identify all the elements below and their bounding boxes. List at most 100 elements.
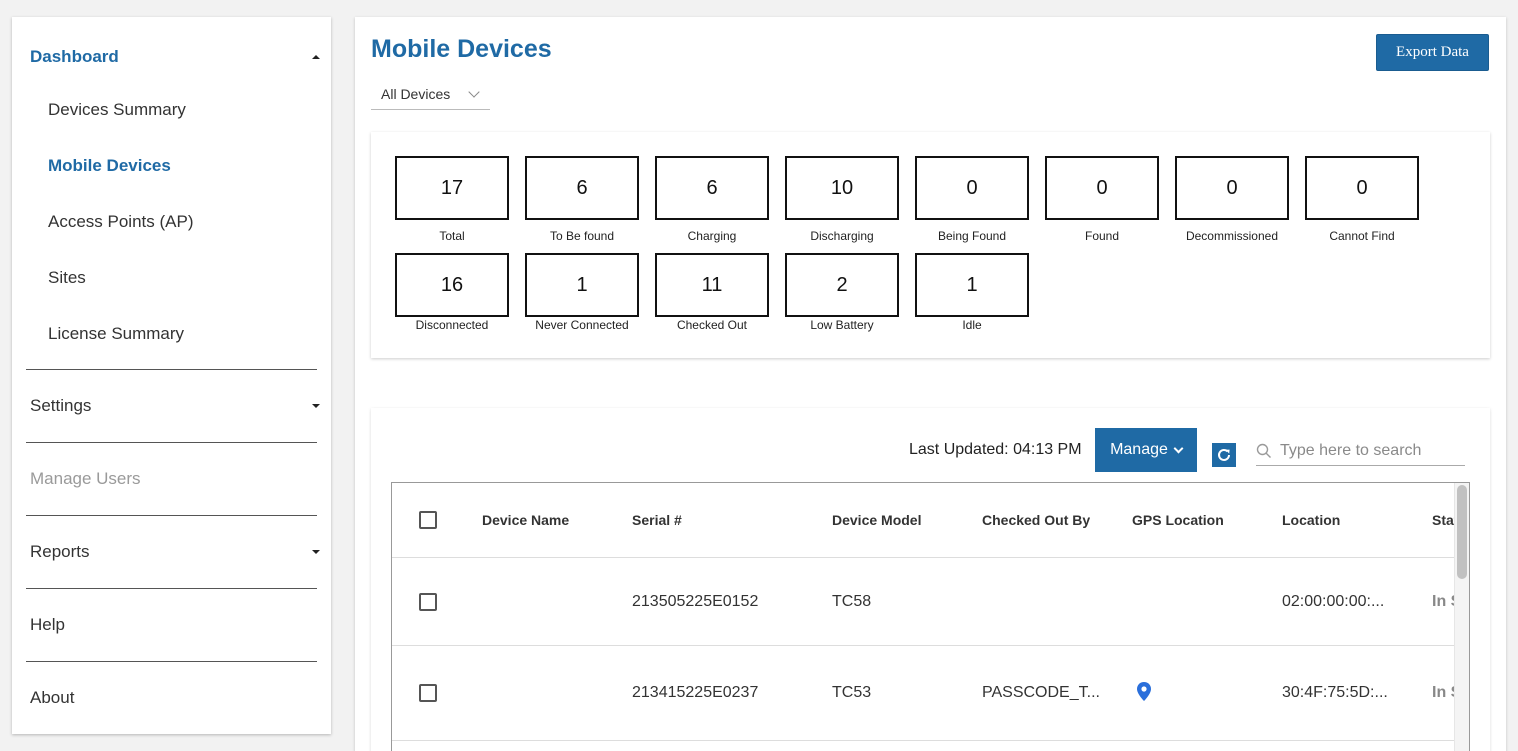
manage-label: Manage — [1110, 441, 1168, 458]
status-cell: In S — [1432, 684, 1454, 701]
select-all-cell — [419, 483, 437, 557]
stat-value[interactable]: 1 — [915, 253, 1029, 317]
stat-value[interactable]: 0 — [1045, 156, 1159, 220]
stat-low-battery: 2 Low Battery — [785, 253, 899, 332]
sidebar-item-dashboard[interactable]: Dashboard — [30, 45, 320, 69]
stat-idle: 1 Idle — [915, 253, 1029, 332]
gps-pin-icon[interactable] — [1135, 681, 1153, 703]
sidebar-item-label: Manage Users — [30, 469, 141, 488]
divider — [26, 661, 317, 662]
export-data-button[interactable]: Export Data — [1376, 34, 1489, 71]
row-select-cell — [419, 558, 437, 645]
sidebar-item-mobile-devices[interactable]: Mobile Devices — [48, 156, 171, 176]
manage-dropdown-button[interactable]: Manage — [1095, 428, 1197, 472]
main-panel: Mobile Devices Export Data All Devices 1… — [355, 17, 1506, 751]
location-cell: 02:00:00:00:... — [1282, 592, 1385, 610]
stat-found: 0 Found — [1045, 156, 1159, 243]
devices-table: Device Name Serial # Device Model Checke… — [391, 482, 1470, 751]
table-row[interactable]: 213505225E0152 TC58 02:00:00:00:... In S — [392, 558, 1454, 646]
table-scrollbar-track[interactable] — [1454, 483, 1469, 751]
stat-label: Cannot Find — [1329, 229, 1395, 243]
column-header-gps-location[interactable]: GPS Location — [1132, 483, 1224, 557]
sidebar-item-license-summary[interactable]: License Summary — [48, 324, 184, 344]
stat-value[interactable]: 0 — [915, 156, 1029, 220]
stat-value[interactable]: 6 — [525, 156, 639, 220]
stat-cannot-find: 0 Cannot Find — [1305, 156, 1419, 243]
refresh-button[interactable] — [1212, 443, 1236, 467]
serial-cell: 213415225E0237 — [632, 684, 759, 701]
sidebar-item-settings[interactable]: Settings — [30, 394, 320, 418]
device-filter-select[interactable]: All Devices — [371, 79, 490, 110]
search-input[interactable] — [1280, 441, 1460, 460]
sidebar-item-sites[interactable]: Sites — [48, 268, 86, 288]
stat-label: Discharging — [810, 229, 874, 243]
search-box — [1256, 436, 1465, 466]
stat-value[interactable]: 0 — [1175, 156, 1289, 220]
stat-label: Total — [439, 229, 465, 243]
sidebar-item-about[interactable]: About — [30, 686, 320, 710]
stat-label: Checked Out — [676, 318, 748, 332]
column-header-device-name[interactable]: Device Name — [482, 483, 569, 557]
sidebar-item-access-points[interactable]: Access Points (AP) — [48, 212, 194, 232]
stat-checked-out: 11 Checked Out — [655, 253, 769, 332]
stat-value[interactable]: 11 — [655, 253, 769, 317]
gps-location-cell — [1135, 646, 1153, 740]
row-checkbox[interactable] — [419, 684, 437, 702]
column-header-device-model[interactable]: Device Model — [832, 483, 921, 557]
stat-label: Decommissioned — [1185, 229, 1279, 243]
table-header-row: Device Name Serial # Device Model Checke… — [392, 483, 1454, 558]
row-checkbox[interactable] — [419, 592, 437, 611]
chevron-down-icon — [468, 85, 480, 98]
stat-label: Never Connected — [535, 318, 629, 332]
divider — [26, 369, 317, 370]
caret-down-icon — [312, 550, 320, 554]
divider — [26, 442, 317, 443]
chevron-down-icon — [1173, 443, 1184, 453]
stat-label: To Be found — [549, 229, 615, 243]
stat-value[interactable]: 10 — [785, 156, 899, 220]
stat-value[interactable]: 6 — [655, 156, 769, 220]
refresh-icon — [1218, 448, 1230, 461]
device-stats-card: 17 Total 6 To Be found 6 Charging 10 Dis… — [371, 132, 1490, 358]
model-cell: TC53 — [832, 684, 872, 701]
stat-value[interactable]: 1 — [525, 253, 639, 317]
table-scrollbar-thumb[interactable] — [1457, 485, 1467, 579]
stat-label: Low Battery — [810, 318, 874, 332]
column-header-status[interactable]: Stat — [1432, 483, 1454, 557]
search-icon — [1256, 443, 1271, 458]
stat-to-be-found: 6 To Be found — [525, 156, 639, 243]
sidebar-item-label: Reports — [30, 542, 90, 561]
column-header-serial[interactable]: Serial # — [632, 483, 682, 557]
table-row[interactable]: 213415225E0237 TC53 PASSCODE_T... 30:4F:… — [392, 646, 1454, 741]
stat-charging: 6 Charging — [655, 156, 769, 243]
row-select-cell — [419, 646, 437, 740]
sidebar-item-devices-summary[interactable]: Devices Summary — [48, 100, 186, 120]
column-header-location[interactable]: Location — [1282, 483, 1340, 557]
select-all-checkbox[interactable] — [419, 511, 437, 529]
location-cell: 30:4F:75:5D:... — [1282, 684, 1388, 701]
sidebar-item-label: Settings — [30, 396, 92, 415]
column-header-checked-out-by[interactable]: Checked Out By — [982, 483, 1090, 557]
stat-never-connected: 1 Never Connected — [525, 253, 639, 332]
sidebar-item-label: Help — [30, 615, 65, 634]
divider — [26, 588, 317, 589]
stat-value[interactable]: 17 — [395, 156, 509, 220]
stat-value[interactable]: 0 — [1305, 156, 1419, 220]
sidebar-item-reports[interactable]: Reports — [30, 540, 320, 564]
stat-value[interactable]: 2 — [785, 253, 899, 317]
stat-disconnected: 16 Disconnected — [395, 253, 509, 332]
page-title: Mobile Devices — [371, 35, 552, 63]
divider — [26, 515, 317, 516]
stat-label: Being Found — [937, 229, 1007, 243]
model-cell: TC58 — [832, 592, 872, 610]
stat-decommissioned: 0 Decommissioned — [1175, 156, 1289, 243]
stat-being-found: 0 Being Found — [915, 156, 1029, 243]
sidebar-item-help[interactable]: Help — [30, 613, 320, 637]
stat-discharging: 10 Discharging — [785, 156, 899, 243]
stat-value[interactable]: 16 — [395, 253, 509, 317]
sidebar: Dashboard Devices Summary Mobile Devices… — [12, 17, 331, 734]
caret-down-icon — [312, 404, 320, 408]
checked-out-by-cell: PASSCODE_T... — [982, 684, 1100, 701]
status-cell: In S — [1432, 592, 1454, 610]
stat-label: Disconnected — [415, 318, 489, 332]
